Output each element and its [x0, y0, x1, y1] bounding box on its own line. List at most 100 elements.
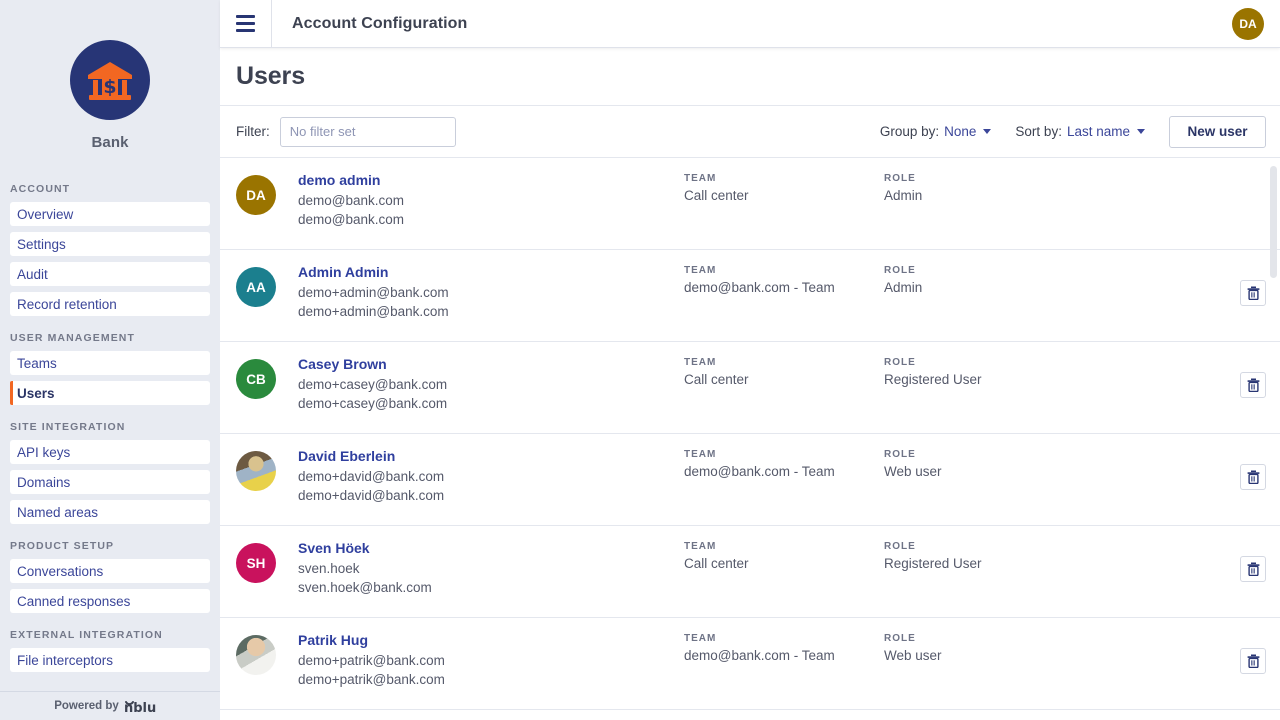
sidebar-item-label: Teams: [17, 356, 57, 371]
user-username: demo+patrik@bank.com: [298, 651, 684, 670]
user-name-link[interactable]: Admin Admin: [298, 264, 684, 280]
table-row[interactable]: CBCasey Browndemo+casey@bank.comdemo+cas…: [220, 342, 1280, 434]
delete-user-button[interactable]: [1240, 280, 1266, 306]
trash-icon: [1247, 378, 1260, 392]
delete-user-button[interactable]: [1240, 464, 1266, 490]
powered-by-label: Powered by: [54, 700, 119, 712]
sidebar-item-overview[interactable]: Overview: [10, 202, 210, 226]
user-identity: Casey Brown demo+casey@bank.comdemo+casey…: [298, 356, 684, 413]
avatar: AA: [236, 267, 276, 307]
sidebar-item-label: Domains: [17, 475, 70, 490]
user-identity: Admin Admindemo+admin@bank.comdemo+admin…: [298, 264, 684, 321]
sidebar-item-domains[interactable]: Domains: [10, 470, 210, 494]
svg-text:nblu: nblu: [124, 701, 156, 713]
role-value: Registered User: [884, 372, 1114, 387]
sidebar-item-users[interactable]: Users: [10, 381, 210, 405]
team-value: Call center: [684, 188, 884, 203]
team-cell: TEAMdemo@bank.com - Team: [684, 448, 884, 479]
trash-icon: [1247, 654, 1260, 668]
sidebar-item-api-keys[interactable]: API keys: [10, 440, 210, 464]
sidebar-item-label: Audit: [17, 267, 48, 282]
brand: $ Bank: [0, 0, 220, 151]
user-username: sven.hoek: [298, 559, 684, 578]
role-column-header: ROLE: [884, 357, 1114, 368]
role-value: Web user: [884, 464, 1114, 479]
sidebar-item-audit[interactable]: Audit: [10, 262, 210, 286]
list-scrollbar[interactable]: [1270, 158, 1278, 720]
user-name-link[interactable]: Casey Brown: [298, 356, 684, 372]
sidebar-item-label: Conversations: [17, 564, 103, 579]
bank-building-icon: $: [70, 40, 150, 120]
sidebar-item-named-areas[interactable]: Named areas: [10, 500, 210, 524]
sidebar-item-label: File interceptors: [17, 653, 113, 668]
team-value: Call center: [684, 556, 884, 571]
avatar: [236, 451, 276, 491]
row-actions: [1240, 448, 1266, 490]
user-identity: Patrik Hugdemo+patrik@bank.comdemo+patri…: [298, 632, 684, 689]
sidebar-item-label: Settings: [17, 237, 66, 252]
sort-by-dropdown[interactable]: Sort by: Last name: [1015, 124, 1145, 139]
trash-icon: [1247, 286, 1260, 300]
team-value: Call center: [684, 372, 884, 387]
table-row[interactable]: AA Admin Admindemo+admin@bank.comdemo+adm…: [220, 250, 1280, 342]
table-row[interactable]: Patrik Hugdemo+patrik@bank.comdemo+patri…: [220, 618, 1280, 710]
sidebar-group: SITE INTEGRATIONAPI keysDomainsNamed are…: [0, 421, 220, 524]
sidebar-group: EXTERNAL INTEGRATIONFile interceptors: [0, 629, 220, 672]
sidebar-group-title: PRODUCT SETUP: [0, 540, 220, 559]
user-identity: demo admindemo@bank.comdemo@bank.com: [298, 172, 684, 229]
team-cell: TEAMCall center: [684, 172, 884, 203]
sidebar-group: PRODUCT SETUP Conversations Canned respons…: [0, 540, 220, 613]
trash-icon: [1247, 562, 1260, 576]
sidebar-item-label: Canned responses: [17, 594, 130, 609]
user-name-link[interactable]: Sven Höek: [298, 540, 684, 556]
table-row[interactable]: David Eberleindemo+david@bank.comdemo+da…: [220, 434, 1280, 526]
role-value: Admin: [884, 280, 1114, 295]
topbar: Account Configuration DA: [220, 0, 1280, 48]
sidebar-item-settings[interactable]: Settings: [10, 232, 210, 256]
team-cell: TEAMdemo@bank.com - Team: [684, 264, 884, 295]
role-cell: ROLERegistered User: [884, 540, 1114, 571]
current-user-avatar[interactable]: DA: [1232, 8, 1264, 40]
team-value: demo@bank.com - Team: [684, 464, 884, 479]
sidebar-group: ACCOUNTOverviewSettingsAuditRecord reten…: [0, 183, 220, 316]
table-row[interactable]: SHSven Höeksven.hoeksven.hoek@bank.comTE…: [220, 526, 1280, 618]
table-row[interactable]: DAdemo admindemo@bank.comdemo@bank.comTE…: [220, 158, 1280, 250]
hamburger-menu-icon[interactable]: [220, 0, 272, 47]
team-column-header: TEAM: [684, 541, 884, 552]
row-actions: [1240, 264, 1266, 306]
sidebar-group-title: USER MANAGEMENT: [0, 332, 220, 351]
delete-user-button[interactable]: [1240, 556, 1266, 582]
scrollbar-thumb[interactable]: [1270, 166, 1277, 278]
user-name-link[interactable]: David Eberlein: [298, 448, 684, 464]
user-email: demo+casey@bank.com: [298, 394, 684, 413]
sidebar-footer: Powered by nblu: [0, 691, 220, 720]
row-actions: [1240, 632, 1266, 674]
delete-user-button[interactable]: [1240, 372, 1266, 398]
team-value: demo@bank.com - Team: [684, 648, 884, 663]
new-user-button[interactable]: New user: [1169, 116, 1266, 148]
sidebar-item-file-interceptors[interactable]: File interceptors: [10, 648, 210, 672]
page-title: Users: [236, 62, 305, 91]
user-email: demo+david@bank.com: [298, 486, 684, 505]
unblu-logo: nblu: [124, 699, 166, 713]
sidebar-item-record-retention[interactable]: Record retention: [10, 292, 210, 316]
group-by-label: Group by:: [880, 124, 939, 139]
user-name-link[interactable]: demo admin: [298, 172, 684, 188]
user-identity: Sven Höek sven.hoeksven.hoek@bank.com: [298, 540, 684, 597]
sidebar-item-canned-responses[interactable]: Canned responses: [10, 589, 210, 613]
list-toolbar: Filter: Group by: None Sort by: Last nam…: [220, 106, 1280, 158]
team-cell: TEAM Call center: [684, 540, 884, 571]
app-root: $ Bank ACCOUNTOverviewSettingsAuditRecor…: [0, 0, 1280, 720]
sidebar-item-conversations[interactable]: Conversations: [10, 559, 210, 583]
sidebar-scroll-area: $ Bank ACCOUNTOverviewSettingsAuditRecor…: [0, 0, 220, 691]
user-email: sven.hoek@bank.com: [298, 578, 684, 597]
row-actions: [1240, 540, 1266, 582]
chevron-down-icon: [983, 129, 991, 134]
filter-input[interactable]: [280, 117, 456, 147]
user-username: demo+casey@bank.com: [298, 375, 684, 394]
user-name-link[interactable]: Patrik Hug: [298, 632, 684, 648]
delete-user-button[interactable]: [1240, 648, 1266, 674]
sidebar-item-teams[interactable]: Teams: [10, 351, 210, 375]
group-by-dropdown[interactable]: Group by: None: [880, 124, 992, 139]
users-list-container: DAdemo admindemo@bank.comdemo@bank.comTE…: [220, 158, 1280, 720]
